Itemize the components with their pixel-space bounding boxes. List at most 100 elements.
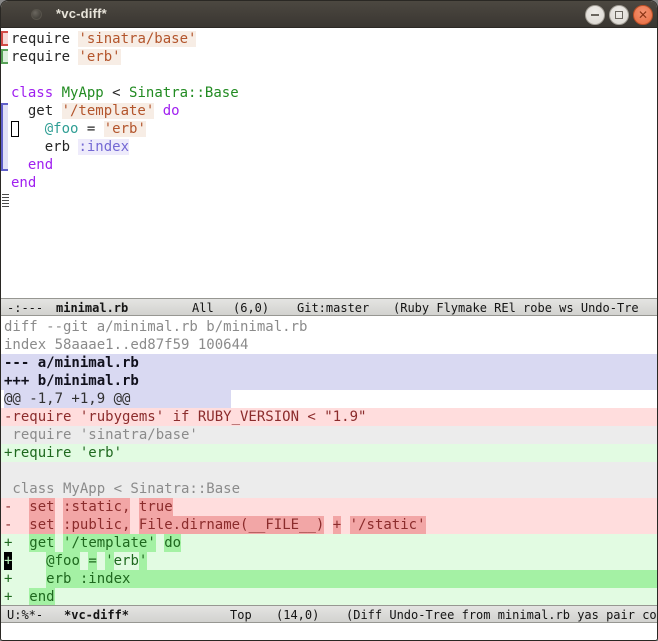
code-line[interactable]: @foo = 'erb' xyxy=(11,120,657,138)
diff-segment: '/static' xyxy=(349,516,426,534)
line-fill xyxy=(130,570,657,588)
diff-line[interactable]: --- a/minimal.rb xyxy=(1,354,657,372)
diff-line[interactable]: @@ -1,7 +1,9 @@ xyxy=(1,390,657,408)
modeline-modes[interactable]: (Diff Undo-Tree from minimal.rb yas pair… xyxy=(346,608,657,622)
diff-line[interactable]: class MyApp < Sinatra::Base xyxy=(1,480,657,498)
diff-segment: :public, xyxy=(63,516,131,534)
diff-line[interactable]: - set :static, true xyxy=(1,498,657,516)
diff-segment: erb :index xyxy=(46,570,131,588)
diff-line[interactable]: require 'sinatra/base' xyxy=(1,426,657,444)
window-menu-icon[interactable] xyxy=(31,9,42,20)
echo-area[interactable] xyxy=(1,623,657,640)
diff-segment: get xyxy=(29,534,55,552)
diff-segment: - xyxy=(4,517,30,533)
modeline-vc-branch[interactable]: Git:master xyxy=(297,301,369,315)
diff-lines: diff --git a/minimal.rb b/minimal.rb inde… xyxy=(1,318,657,605)
diff-line[interactable] xyxy=(1,462,657,480)
code-line[interactable] xyxy=(11,66,657,84)
titlebar[interactable]: *vc-diff* ✕ xyxy=(1,1,657,28)
cursor-block: + xyxy=(4,552,13,570)
code-segment: Sinatra::Base xyxy=(129,85,239,101)
diff-segment xyxy=(130,498,138,516)
diff-segment: + xyxy=(4,535,30,551)
code-segment: < xyxy=(103,85,130,101)
diff-line[interactable]: +require 'erb' xyxy=(1,444,657,462)
modeline-source[interactable]: -:--- minimal.rb All (6,0) Git:master (R… xyxy=(1,298,657,316)
diff-line[interactable]: + end xyxy=(1,588,657,605)
diff-segment: set xyxy=(29,498,55,516)
modeline-modes[interactable]: (Ruby Flymake REl robe ws Undo-Tre xyxy=(393,301,639,315)
diff-segment: require 'sinatra/base' xyxy=(4,427,198,443)
code-segment: @foo xyxy=(44,121,79,137)
modeline-diff[interactable]: U:%*- *vc-diff* Top (14,0) (Diff Undo-Tr… xyxy=(1,605,657,623)
diff-line[interactable]: + get '/template' do xyxy=(1,534,657,552)
diff-segment: --- a/minimal.rb xyxy=(4,355,139,371)
diff-segment: - xyxy=(4,499,30,515)
diff-segment: + xyxy=(332,516,342,534)
diff-segment: :static, xyxy=(63,498,131,516)
code-line[interactable]: erb :index xyxy=(11,138,657,156)
code-segment: get xyxy=(11,103,62,119)
modeline-buffer-name[interactable]: *vc-diff* xyxy=(64,608,129,622)
close-icon: ✕ xyxy=(637,8,649,22)
modeline-scroll: All xyxy=(192,301,214,315)
emacs-frame: *vc-diff* ✕ require 'sinatra/base' requir… xyxy=(0,0,658,641)
code-segment: end xyxy=(11,157,54,173)
modeline-status: -:--- xyxy=(7,301,44,315)
code-line[interactable]: class MyApp < Sinatra::Base xyxy=(11,84,657,102)
code-line[interactable]: end xyxy=(11,156,657,174)
diff-segment: '/template' xyxy=(63,534,156,552)
diff-segment: -require 'rubygems' if RUBY_VERSION < "1… xyxy=(4,409,367,425)
diff-line[interactable]: index 58aaae1..ed87f59 100644 xyxy=(1,336,657,354)
diff-segment xyxy=(324,516,332,534)
maximize-button[interactable] xyxy=(609,5,629,25)
code-line[interactable]: require 'sinatra/base' xyxy=(11,30,657,48)
close-button[interactable]: ✕ xyxy=(633,5,653,25)
vc-diff-buffer[interactable]: diff --git a/minimal.rb b/minimal.rb inde… xyxy=(1,316,657,605)
diff-segment xyxy=(341,516,349,534)
diff-segment: = xyxy=(88,552,97,570)
fringe-added-indicator xyxy=(1,49,8,64)
code-segment: erb xyxy=(11,139,79,155)
code-segment: 'erb' xyxy=(103,121,146,137)
diff-line[interactable]: -require 'rubygems' if RUBY_VERSION < "1… xyxy=(1,408,657,426)
diff-segment xyxy=(80,552,88,570)
diff-line[interactable]: +++ b/minimal.rb xyxy=(1,372,657,390)
diff-segment: set xyxy=(29,516,55,534)
code-segment: end xyxy=(11,175,37,191)
diff-segment xyxy=(97,552,105,570)
diff-segment: diff --git a/minimal.rb b/minimal.rb xyxy=(4,319,308,335)
maximize-icon xyxy=(615,11,623,19)
code-line[interactable]: end xyxy=(11,174,657,192)
source-buffer[interactable]: require 'sinatra/base' require 'erb' class… xyxy=(1,28,657,298)
diff-line[interactable]: diff --git a/minimal.rb b/minimal.rb xyxy=(1,318,657,336)
code-segment: :index xyxy=(78,139,130,155)
fringe-removed-indicator xyxy=(1,31,8,46)
diff-segment xyxy=(55,516,63,534)
minimize-button[interactable] xyxy=(585,5,605,25)
window-title: *vc-diff* xyxy=(56,6,107,21)
source-lines: require 'sinatra/base' require 'erb' class… xyxy=(11,30,657,192)
diff-line[interactable]: - set :public, File.dirname(__FILE__) + … xyxy=(1,516,657,534)
diff-segment xyxy=(12,552,46,570)
diff-segment xyxy=(55,498,63,516)
diff-line[interactable]: + @foo = ' erb ' xyxy=(1,552,657,570)
diff-segment: @@ -1,7 +1,9 @@ xyxy=(4,390,231,408)
code-line[interactable]: require 'erb' xyxy=(11,48,657,66)
diff-segment: ' xyxy=(105,552,114,570)
diff-segment xyxy=(130,516,138,534)
buffer-end-indicator xyxy=(2,194,9,208)
code-segment: class xyxy=(11,85,54,101)
fringe-changed-indicator xyxy=(1,103,8,171)
modeline-buffer-name[interactable]: minimal.rb xyxy=(56,301,128,315)
diff-segment xyxy=(55,534,63,552)
minimize-icon xyxy=(591,14,599,16)
code-segment: MyApp xyxy=(61,85,104,101)
code-line[interactable]: get '/template' do xyxy=(11,102,657,120)
diff-segment: end xyxy=(29,588,55,605)
diff-line[interactable]: + erb :index xyxy=(1,570,657,588)
diff-segment: index 58aaae1..ed87f59 100644 xyxy=(4,337,249,353)
diff-segment: +++ b/minimal.rb xyxy=(4,373,139,389)
inactive-cursor xyxy=(11,121,19,137)
